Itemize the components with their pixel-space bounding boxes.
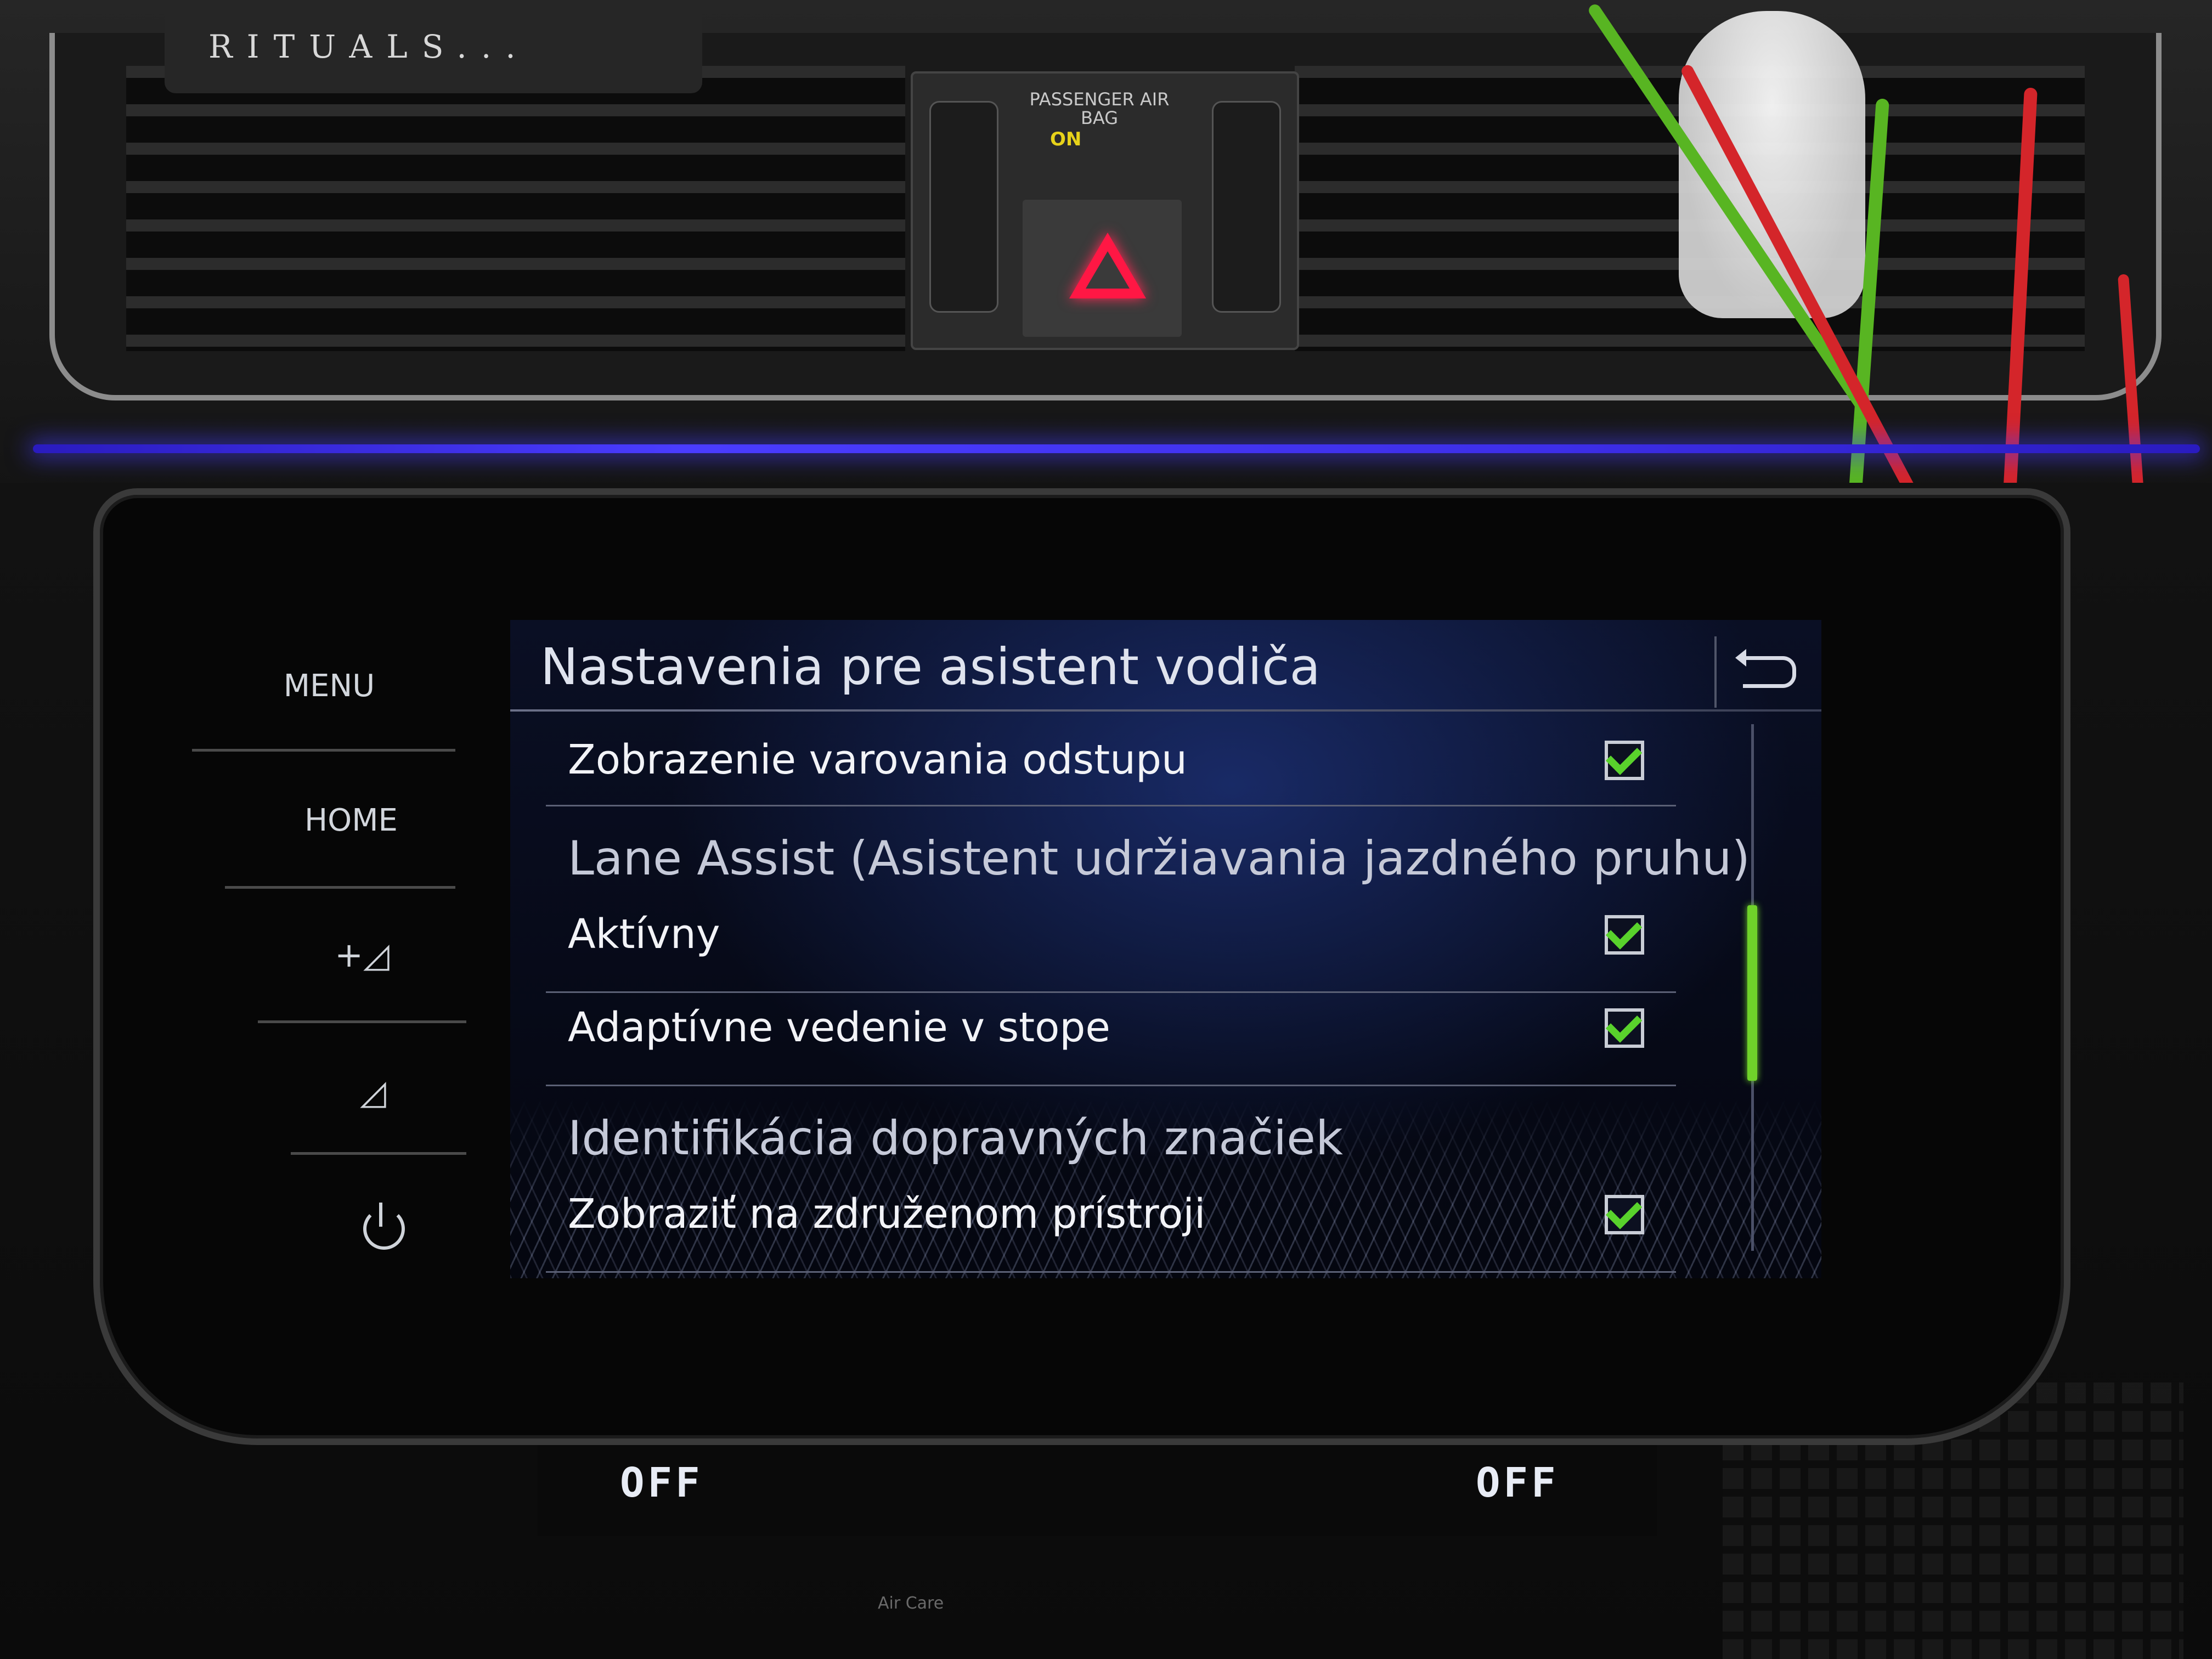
setting-row-adaptive-lane-guidance[interactable]: Adaptívne vedenie v stope xyxy=(546,993,1676,1086)
seat-heating-switch-left[interactable] xyxy=(929,101,998,313)
back-button[interactable] xyxy=(1734,642,1805,702)
infotainment-screen: Nastavenia pre asistent vodiča Zobrazeni… xyxy=(510,620,1821,1278)
page-title: Nastavenia pre asistent vodiča xyxy=(540,637,1321,696)
power-button[interactable] xyxy=(236,1163,532,1295)
power-icon xyxy=(363,1203,405,1250)
section-header-lane-assist: Lane Assist (Asistent udržiavania jazdné… xyxy=(568,831,1751,886)
menu-button[interactable]: MENU xyxy=(181,620,477,752)
air-vent-left[interactable] xyxy=(126,66,905,351)
hazard-triangle-icon xyxy=(1069,233,1146,298)
setting-row-lane-assist-active[interactable]: Aktívny xyxy=(546,900,1676,993)
car-fragrance-box: RITUALS... xyxy=(165,0,702,93)
setting-label: Adaptívne vedenie v stope xyxy=(568,1004,1110,1051)
key-divider xyxy=(192,749,455,752)
airbag-indicator-label: PASSENGER AIR BAG xyxy=(1029,89,1170,128)
airbag-status-indicator: ON xyxy=(1050,128,1082,150)
checkmark-icon xyxy=(1605,1192,1642,1229)
title-bar-divider xyxy=(1714,636,1717,708)
key-divider xyxy=(291,1152,466,1155)
volume-down-button[interactable]: ◿ xyxy=(225,1026,521,1158)
title-divider xyxy=(510,709,1821,712)
checkmark-icon xyxy=(1605,1006,1642,1043)
volume-up-icon: +◿ xyxy=(335,934,390,975)
left-temperature-display[interactable]: OFF xyxy=(620,1459,703,1506)
setting-checkbox[interactable] xyxy=(1605,1192,1644,1234)
setting-checkbox[interactable] xyxy=(1605,912,1644,955)
setting-checkbox[interactable] xyxy=(1605,1006,1644,1048)
screen-title-bar: Nastavenia pre asistent vodiča xyxy=(510,620,1821,710)
section-header-traffic-signs: Identifikácia dopravných značiek xyxy=(568,1111,1343,1166)
aircare-label: Air Care xyxy=(878,1594,944,1613)
home-button-label: HOME xyxy=(304,802,398,838)
row-divider xyxy=(546,1271,1676,1273)
right-temperature-display[interactable]: OFF xyxy=(1476,1459,1559,1506)
seat-heating-switch-right[interactable] xyxy=(1212,101,1281,313)
setting-checkbox[interactable] xyxy=(1605,738,1644,780)
row-divider xyxy=(546,805,1676,806)
setting-label: Zobrazenie varovania odstupu xyxy=(568,736,1187,783)
ambient-light-strip xyxy=(33,444,2200,453)
key-divider xyxy=(258,1020,466,1023)
setting-row-show-on-cluster[interactable]: Zobraziť na združenom prístroji xyxy=(546,1180,1676,1273)
volume-down-icon: ◿ xyxy=(360,1071,386,1112)
setting-row-distance-warning[interactable]: Zobrazenie varovania odstupu xyxy=(546,713,1676,806)
back-arrow-icon xyxy=(1735,649,1796,688)
checkmark-icon xyxy=(1605,912,1642,950)
setting-label: Aktívny xyxy=(568,911,720,958)
rituals-logo-text: RITUALS... xyxy=(208,28,530,65)
center-switch-panel: PASSENGER AIR BAG ON xyxy=(911,71,1299,350)
menu-button-label: MENU xyxy=(283,668,375,704)
hard-key-column: MENU HOME +◿ ◿ xyxy=(181,620,477,1289)
hazard-lights-button[interactable] xyxy=(1023,200,1182,337)
scrollbar-thumb[interactable] xyxy=(1747,905,1757,1081)
row-divider xyxy=(546,1085,1676,1086)
home-button[interactable]: HOME xyxy=(203,754,499,886)
setting-label: Zobraziť na združenom prístroji xyxy=(568,1190,1206,1238)
volume-up-button[interactable]: +◿ xyxy=(214,889,510,1020)
checkmark-icon xyxy=(1605,738,1642,775)
